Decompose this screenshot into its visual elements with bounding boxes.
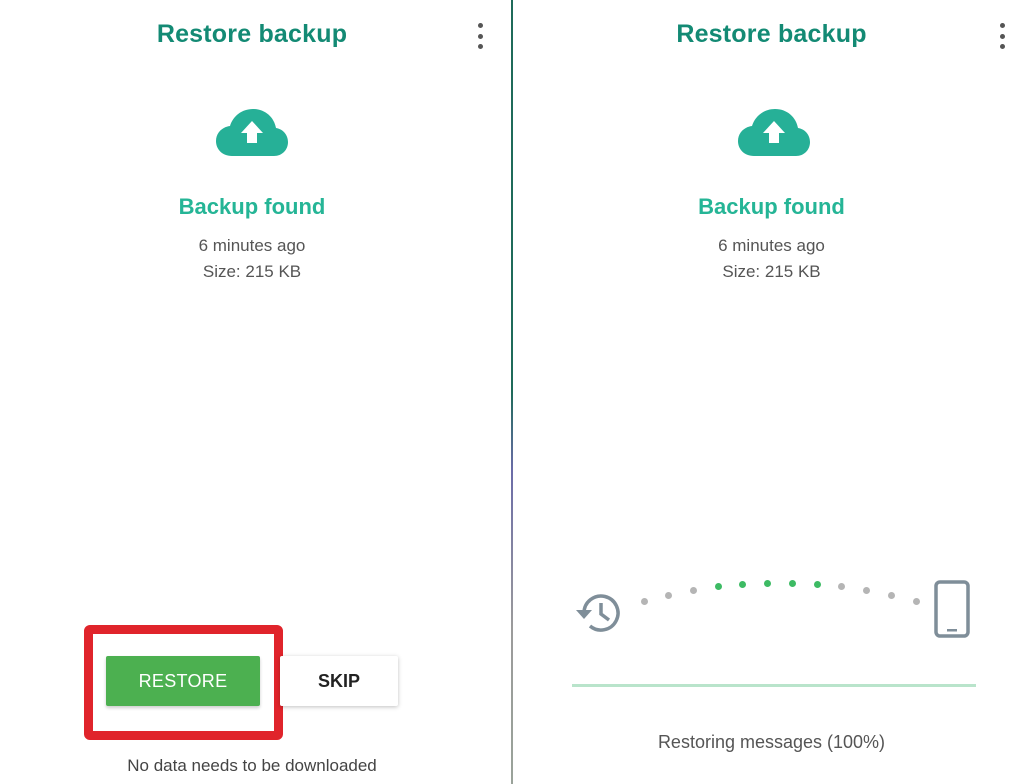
transfer-dot (887, 591, 895, 599)
page-title: Restore backup (156, 20, 348, 48)
page-title: Restore backup (676, 20, 867, 48)
backup-found-heading: Backup found (698, 194, 845, 219)
no-data-note: No data needs to be downloaded (127, 756, 377, 775)
transfer-dot (813, 580, 821, 588)
restore-progress-bar (572, 684, 976, 687)
history-icon (576, 594, 620, 632)
restore-screen-left: Restore backup Backup found 6 minutes ag… (0, 0, 512, 784)
transfer-dot (739, 580, 747, 588)
transfer-dot (665, 591, 673, 599)
restore-button[interactable]: RESTORE (106, 656, 260, 706)
transfer-dot (640, 597, 648, 605)
backup-age: 6 minutes ago (718, 236, 825, 255)
screen-divider (511, 0, 513, 784)
restoring-status: Restoring messages (100%) (657, 732, 886, 752)
restore-progress-fill (572, 684, 976, 687)
transfer-dot (838, 583, 846, 591)
cloud-upload-icon (216, 109, 288, 156)
backup-size: Size: 215 KB (722, 262, 821, 281)
transfer-dot (764, 579, 772, 587)
transfer-dot (788, 579, 796, 587)
transfer-dot (714, 583, 722, 591)
transfer-dot (912, 597, 920, 605)
restore-screen-right: Restore backup Backup found 6 minutes ag… (514, 0, 1029, 784)
more-vert-icon[interactable] (995, 23, 1009, 49)
smartphone-icon (934, 580, 970, 638)
transfer-dot (689, 586, 697, 594)
backup-found-heading: Backup found (178, 194, 326, 219)
backup-age: 6 minutes ago (198, 236, 306, 255)
cloud-upload-icon (738, 109, 810, 156)
transfer-dot (863, 586, 871, 594)
more-vert-icon[interactable] (473, 23, 487, 49)
backup-size: Size: 215 KB (202, 262, 302, 281)
skip-button[interactable]: SKIP (280, 656, 398, 706)
